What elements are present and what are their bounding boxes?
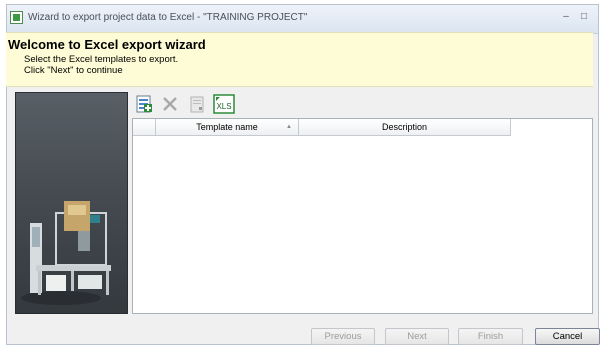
next-button[interactable]: Next [385,328,449,345]
grid-header: Template name ▲ Description [133,119,511,136]
new-template-icon [136,95,152,113]
properties-icon [190,96,204,113]
app-icon [10,11,23,24]
sort-arrow-icon: ▲ [286,124,292,130]
xls-icon: XLS [213,94,235,114]
title-bar[interactable]: Wizard to export project data to Excel -… [7,5,598,34]
minimize-button[interactable]: – [558,9,574,25]
wizard-title: Welcome to Excel export wizard [8,37,206,52]
toolbar: XLS [133,92,593,118]
template-name-header-label: Template name [196,122,258,132]
column-header-select[interactable] [133,119,156,135]
finish-button[interactable]: Finish [458,328,523,345]
export-xls-button[interactable]: XLS [213,94,235,114]
delete-icon [163,97,177,111]
instruction-line-2: Click "Next" to continue [24,65,123,76]
delete-button[interactable] [160,94,180,114]
wizard-side-image [15,92,128,314]
previous-button[interactable]: Previous [311,328,375,345]
machine-illustration [21,201,111,305]
properties-button[interactable] [187,94,207,114]
column-header-template-name[interactable]: Template name ▲ [156,119,299,135]
cancel-button[interactable]: Cancel [535,328,600,345]
instruction-line-1: Select the Excel templates to export. [24,54,179,65]
window-title: Wizard to export project data to Excel -… [28,12,308,23]
xls-label: XLS [216,102,231,111]
new-template-button[interactable] [134,94,154,114]
template-grid[interactable]: Template name ▲ Description [132,118,593,314]
maximize-button[interactable]: □ [576,9,592,25]
column-header-description[interactable]: Description [299,119,511,135]
wizard-header: Welcome to Excel export wizard Select th… [6,32,593,87]
